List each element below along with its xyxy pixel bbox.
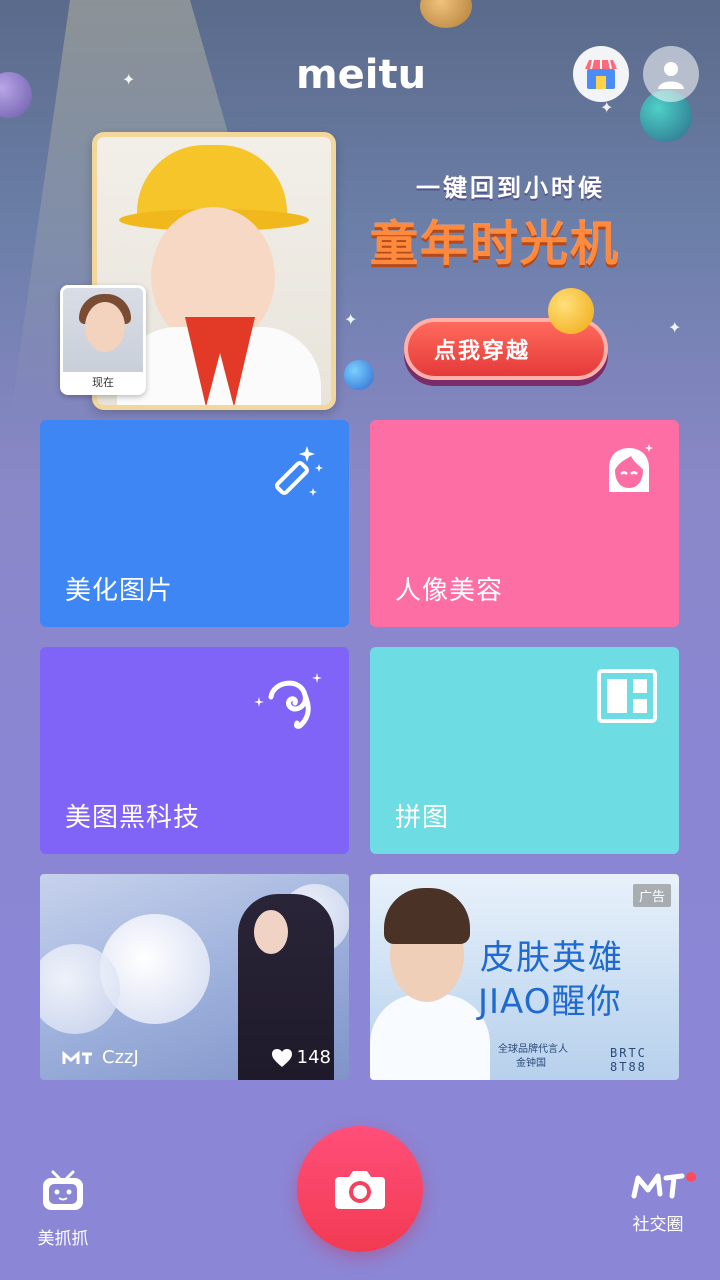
notification-dot [686, 1172, 696, 1182]
tile-label: 美图黑科技 [65, 803, 201, 833]
card-username: CzzJ [102, 1047, 139, 1068]
tile-beautify-photo[interactable]: 美化图片 [40, 420, 349, 627]
thumbnail-label: 现在 [92, 376, 114, 389]
collage-icon [597, 669, 657, 723]
store-button[interactable] [573, 46, 629, 102]
ad-headline: 皮肤英雄 [480, 938, 624, 978]
profile-button[interactable] [643, 46, 699, 102]
lantern-decoration [40, 944, 120, 1034]
ad-tag: 广告 [632, 884, 671, 907]
joystick-icon [548, 288, 594, 334]
banner-cta-label: 点我穿越 [434, 339, 531, 364]
star-icon: ✦ [344, 310, 358, 329]
meitu-logo-icon [62, 1050, 92, 1064]
ad-model-body [370, 994, 490, 1080]
app-logo: meitu [296, 52, 427, 98]
home-screen: ✦ ✦ ✦ ✦ meitu 现在 一键回到小时候 童年时光机 点我穿越 美化图片… [0, 0, 720, 1280]
tile-portrait-beauty[interactable]: 人像美容 [370, 420, 679, 627]
tile-label: 美化图片 [65, 576, 174, 606]
nav-label: 社交圈 [632, 1215, 684, 1235]
woman-face [254, 910, 288, 954]
thumbnail-face [85, 302, 125, 352]
ad-caption: 全球品牌代言人 [498, 1044, 568, 1055]
tile-meitu-tech[interactable]: 美图黑科技 [40, 647, 349, 854]
tv-icon [43, 1170, 83, 1210]
ad-caption-name: 金钟国 [516, 1058, 546, 1069]
meitu-social-icon [631, 1173, 685, 1199]
lantern-decoration [100, 914, 210, 1024]
ad-model-hair [384, 888, 470, 944]
feed-card-photo[interactable]: CzzJ 148 [40, 874, 349, 1080]
banner-subtitle: 一键回到小时候 [416, 174, 605, 202]
heart-icon [271, 1048, 292, 1067]
magic-wand-icon [274, 446, 323, 496]
tile-label: 人像美容 [395, 576, 504, 606]
feed-card-ad[interactable]: 广告 皮肤英雄 JIAO醒你 全球品牌代言人 金钟国 BRTC 8T88 [370, 874, 679, 1080]
banner-before-thumbnail: 现在 [60, 285, 146, 395]
star-icon: ✦ [668, 318, 682, 337]
camera-button[interactable] [297, 1126, 423, 1252]
user-icon [658, 62, 684, 89]
card-likes[interactable]: 148 [271, 1047, 331, 1068]
star-icon: ✦ [122, 70, 136, 89]
nav-social[interactable]: 社交圈 [603, 1170, 713, 1235]
face-icon [609, 444, 653, 492]
card-author: CzzJ [62, 1047, 139, 1068]
nav-meizhuazhua[interactable]: 美抓抓 [8, 1170, 118, 1249]
ad-brand-logo: BRTC 8T88 [610, 1046, 647, 1074]
planet-decoration [0, 72, 32, 118]
tile-label: 拼图 [395, 803, 450, 833]
ad-headline-2: JIAO醒你 [478, 982, 622, 1022]
planet-decoration [420, 0, 472, 28]
globe-icon [344, 360, 374, 390]
camera-icon [335, 1171, 385, 1209]
tile-collage[interactable]: 拼图 [370, 647, 679, 854]
store-icon [585, 59, 617, 89]
tech-sparkle-icon [254, 673, 322, 729]
likes-count: 148 [296, 1047, 331, 1068]
banner-title: 童年时光机 [370, 216, 621, 272]
nav-label: 美抓抓 [37, 1229, 89, 1249]
